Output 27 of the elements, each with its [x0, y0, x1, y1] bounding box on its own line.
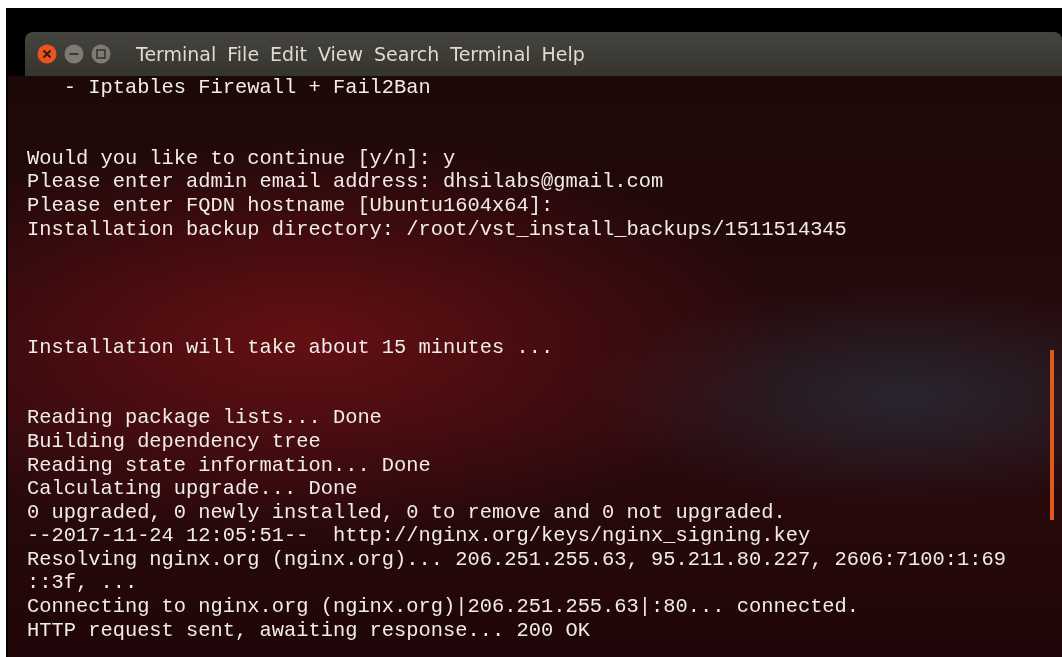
minimize-icon[interactable]	[64, 44, 84, 64]
terminal-line: Installation will take about 15 minutes ...	[27, 335, 555, 360]
terminal-line: Installation backup directory: /root/vst_install_backups/1511514345	[27, 217, 848, 242]
scrollbar-thumb[interactable]	[1050, 350, 1054, 520]
terminal-line: Building dependency tree	[27, 429, 322, 454]
terminal-line: 0 upgraded, 0 newly installed, 0 to remove and 0 not upgraded.	[27, 500, 787, 525]
terminal-line: Would you like to continue [y/n]: y	[27, 146, 457, 171]
menu-item[interactable]: File	[227, 43, 260, 65]
terminal-line: --2017-11-24 12:05:51-- http://nginx.org/keys/nginx_signing.key	[27, 524, 812, 548]
terminal-line: - Iptables Firewall + Fail2Ban	[62, 76, 432, 100]
terminal-line: Reading package lists... Done	[27, 406, 383, 430]
menu-item[interactable]: View	[317, 43, 363, 65]
terminal-line: Calculating upgrade... Done	[27, 477, 359, 501]
menu-item[interactable]: Terminal	[136, 43, 217, 65]
terminal-line: Please enter admin email address: dhsilabs@gmail.com	[27, 170, 665, 194]
terminal-line: Please enter FQDN hostname [Ubuntu1604x64]:	[27, 193, 555, 218]
terminal-line: HTTP request sent, awaiting response... 200 OK	[27, 618, 591, 643]
close-icon[interactable]	[37, 44, 57, 64]
menu-item[interactable]: Edit	[270, 43, 307, 65]
terminal-line: Connecting to nginx.org (nginx.org)|206.251.255.63|:80... connected.	[27, 595, 861, 619]
terminal-line: Resolving nginx.org (nginx.org)... 206.251.255.63, 95.211.80.227, 2606:7100:1:69	[27, 547, 1007, 572]
terminal-line: ::3f, ...	[27, 571, 139, 596]
terminal-line: Reading state information... Done	[27, 453, 432, 478]
menu-item[interactable]: Terminal	[450, 43, 531, 65]
menu-item[interactable]: Search	[374, 43, 440, 65]
menu-item[interactable]: Help	[541, 43, 585, 65]
maximize-icon[interactable]	[91, 44, 111, 64]
